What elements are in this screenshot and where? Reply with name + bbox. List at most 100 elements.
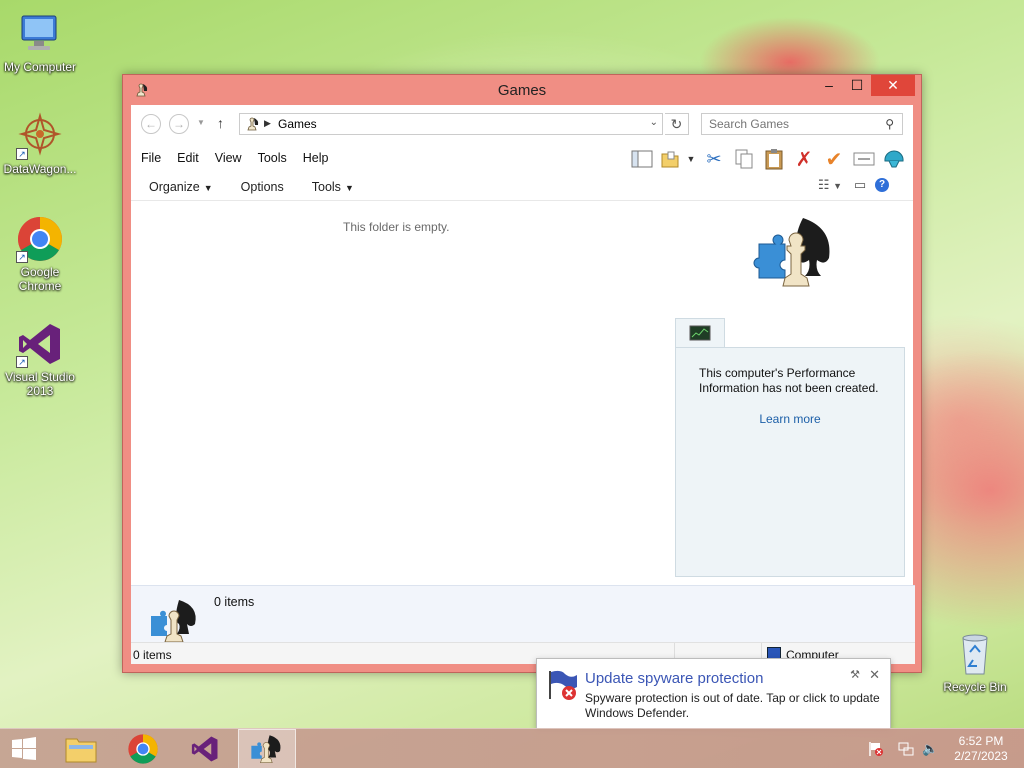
action-center-flag-icon[interactable] [868, 741, 884, 760]
defender-notification[interactable]: Update spyware protection Spyware protec… [536, 658, 891, 729]
shell-icon[interactable] [879, 147, 909, 171]
menu-edit[interactable]: Edit [169, 151, 207, 165]
maximize-button[interactable]: ☐ [843, 75, 871, 96]
menu-help[interactable]: Help [295, 151, 337, 165]
paste-icon[interactable] [759, 147, 789, 171]
command-bar: Organize ▼ Options Tools ▼ ☷ ▼ ▭ ? [131, 173, 913, 201]
menu-tools[interactable]: Tools [250, 151, 295, 165]
window-title: Games [497, 82, 547, 99]
folder-icon [65, 738, 97, 763]
cut-icon[interactable]: ✂ [699, 147, 729, 171]
folder-content[interactable]: This folder is empty. This computer's Pe… [131, 202, 915, 584]
folder-properties-icon[interactable] [657, 147, 683, 171]
breadcrumb-games[interactable]: Games [278, 117, 317, 131]
address-dropdown-icon[interactable]: ⌄ [650, 117, 658, 128]
taskbar-visual-studio[interactable] [176, 729, 234, 768]
notification-title: Update spyware protection [585, 670, 764, 687]
navigation-bar: ← → ▼ ↑ ▶ Games ⌄ ↻ ⚲ [131, 105, 913, 143]
performance-panel: This computer's Performance Information … [675, 347, 905, 577]
computer-icon [16, 10, 64, 58]
tools-button[interactable]: Tools ▼ [294, 180, 364, 194]
search-input[interactable] [702, 114, 872, 134]
visual-studio-icon [191, 736, 218, 762]
rename-icon[interactable] [849, 147, 879, 171]
games-icon [149, 598, 201, 644]
organize-label: Organize [149, 179, 200, 194]
empty-folder-message: This folder is empty. [343, 220, 450, 234]
games-window: Games – ☐ ✕ ← → ▼ ↑ ▶ Games ⌄ ↻ ⚲ [122, 74, 922, 673]
refresh-button[interactable]: ↻ [665, 113, 689, 135]
menu-file[interactable]: File [133, 151, 169, 165]
games-icon [251, 735, 281, 764]
warning-flag-icon [547, 669, 581, 701]
up-arrow-icon[interactable]: ↑ [217, 115, 224, 131]
desktop-icon-recycle-bin[interactable]: Recycle Bin [935, 630, 1015, 694]
performance-message: This computer's Performance Information … [699, 366, 879, 395]
recent-locations-chevron-icon[interactable]: ▼ [197, 118, 205, 127]
desktop-icon-label: My Computer [3, 60, 77, 74]
desktop-icon-my-computer[interactable]: My Computer [0, 10, 80, 74]
start-button[interactable] [0, 729, 48, 768]
menu-bar: File Edit View Tools Help ▼ ✂ ✗ ✔ [131, 143, 913, 173]
taskbar-google-chrome[interactable] [114, 729, 172, 768]
folder-dropdown-icon[interactable]: ▼ [683, 147, 699, 171]
performance-icon [689, 325, 711, 341]
visual-studio-icon: ↗ [16, 320, 64, 368]
games-logo-icon [751, 214, 841, 294]
shortcut-arrow-icon: ↗ [16, 148, 28, 160]
desktop-icon-label: Recycle Bin [943, 680, 1007, 694]
games-info-pane: This computer's Performance Information … [675, 212, 905, 584]
details-item-count: 0 items [214, 595, 255, 609]
volume-icon[interactable]: 🔈 [922, 741, 938, 757]
desktop-icon-label: Google Chrome [18, 265, 62, 293]
desktop-icon-visual-studio[interactable]: ↗ Visual Studio 2013 [0, 320, 80, 398]
notification-body: Spyware protection is out of date. Tap o… [585, 691, 880, 720]
minimize-button[interactable]: – [815, 75, 843, 96]
options-button[interactable]: Options [223, 180, 294, 194]
window-client-area: ← → ▼ ↑ ▶ Games ⌄ ↻ ⚲ File Edit View T [131, 105, 915, 665]
clock[interactable]: 6:52 PM 2/27/2023 [946, 734, 1016, 764]
help-icon: ? [875, 178, 889, 192]
tools-label: Tools [311, 179, 341, 194]
delete-icon[interactable]: ✗ [789, 147, 819, 171]
view-options-icon[interactable]: ☷ ▼ [815, 177, 845, 193]
desktop-icon-google-chrome[interactable]: ↗ Google Chrome [0, 215, 80, 293]
close-icon[interactable]: ✕ [869, 667, 880, 683]
network-icon[interactable] [898, 741, 914, 760]
back-arrow-icon[interactable]: ← [141, 114, 161, 134]
pin-icon[interactable]: ⚒ [850, 668, 860, 681]
chrome-icon: ↗ [16, 215, 64, 263]
taskbar-file-explorer[interactable] [52, 729, 110, 768]
chevron-down-icon: ▼ [203, 182, 213, 193]
search-icon[interactable]: ⚲ [885, 117, 894, 131]
status-item-count: 0 items [133, 648, 172, 662]
desktop-icon-label: Visual Studio 2013 [5, 370, 75, 398]
taskbar: 🔈 6:52 PM 2/27/2023 [0, 728, 1024, 768]
datawagon-icon: ↗ [16, 112, 64, 160]
menu-view[interactable]: View [207, 151, 250, 165]
check-icon[interactable]: ✔ [819, 147, 849, 171]
shortcut-arrow-icon: ↗ [16, 251, 28, 263]
shortcut-arrow-icon: ↗ [16, 356, 28, 368]
search-box[interactable]: ⚲ [701, 113, 903, 135]
address-bar[interactable]: ▶ Games ⌄ [239, 113, 663, 135]
breadcrumb-separator-icon[interactable]: ▶ [264, 118, 271, 129]
learn-more-link[interactable]: Learn more [676, 412, 904, 426]
title-bar[interactable]: Games – ☐ ✕ [123, 75, 921, 105]
windows-logo-icon [12, 737, 36, 760]
chevron-down-icon: ▼ [344, 182, 354, 193]
desktop-icon-datawagon[interactable]: ↗ DataWagon... [0, 112, 80, 176]
copy-icon[interactable] [729, 147, 759, 171]
help-button[interactable]: ? [875, 178, 905, 192]
performance-tab[interactable] [675, 318, 725, 348]
details-pane: 0 items [131, 585, 915, 643]
forward-arrow-icon[interactable]: → [169, 114, 189, 134]
clock-time: 6:52 PM [958, 734, 1004, 748]
chrome-icon [128, 734, 158, 764]
close-button[interactable]: ✕ [871, 75, 915, 96]
taskbar-games[interactable] [238, 729, 296, 768]
preview-pane-icon[interactable]: ▭ [845, 177, 875, 193]
organize-button[interactable]: Organize ▼ [139, 180, 223, 194]
layout-pane-icon[interactable] [627, 147, 657, 171]
clock-date: 2/27/2023 [954, 749, 1008, 763]
